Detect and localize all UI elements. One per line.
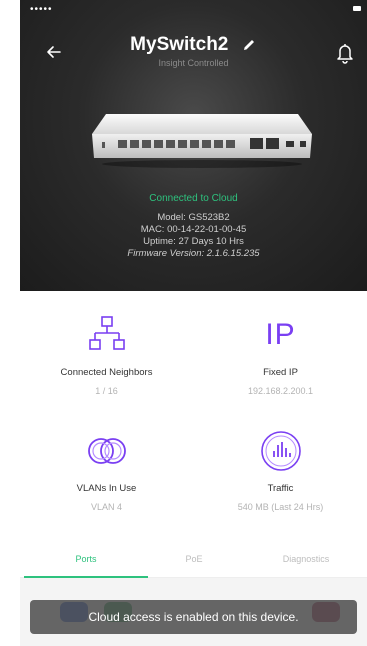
tab-poe[interactable]: PoE — [134, 554, 254, 564]
tile-label: Fixed IP — [263, 367, 298, 378]
device-info: Connected to Cloud Model: GS523B2 MAC: 0… — [20, 193, 367, 260]
firmware-text: Firmware Version: 2.1.6.15.235 — [127, 248, 260, 259]
edit-name-button[interactable] — [241, 37, 257, 53]
page-title: MySwitch2 — [130, 34, 229, 55]
device-hero: ••••• MySwitch2 Insight Controlled Conne… — [20, 0, 367, 291]
tile-label: Connected Neighbors — [60, 367, 153, 378]
tile-fixed-ip[interactable]: IP Fixed IP 192.168.2.200.1 — [194, 313, 367, 396]
tab-bar: Ports PoE Diagnostics — [20, 546, 367, 578]
cloud-status: Connected to Cloud — [149, 193, 238, 204]
tile-connected-neighbors[interactable]: Connected Neighbors 1 / 16 — [20, 313, 193, 396]
traffic-icon — [260, 431, 301, 471]
tile-value: 192.168.2.200.1 — [247, 386, 314, 396]
signal-indicator: ••••• — [30, 4, 53, 15]
tab-diagnostics[interactable]: Diagnostics — [246, 554, 366, 564]
tile-traffic[interactable]: Traffic 540 MB (Last 24 Hrs) — [194, 429, 367, 512]
tile-label: VLANs In Use — [76, 483, 137, 494]
tile-vlans[interactable]: VLANs In Use VLAN 4 — [20, 429, 193, 512]
tile-value: 540 MB (Last 24 Hrs) — [237, 502, 324, 512]
tile-label: Traffic — [267, 483, 294, 494]
ip-icon: IP — [265, 318, 296, 351]
status-tiles: Connected Neighbors 1 / 16 IP Fixed IP 1… — [20, 291, 367, 541]
pencil-icon — [243, 40, 254, 50]
tile-value: VLAN 4 — [90, 502, 123, 512]
vlan-icon — [87, 438, 126, 464]
notifications-button[interactable] — [331, 38, 359, 66]
uptime-text: Uptime: 27 Days 10 Hrs — [143, 236, 244, 247]
title-row: MySwitch2 — [20, 34, 367, 56]
model-text: Model: GS523B2 — [157, 212, 230, 223]
page-subtitle: Insight Controlled — [158, 58, 229, 68]
tile-value: 1 / 16 — [95, 386, 118, 396]
network-icon — [88, 316, 125, 350]
tab-ports[interactable]: Ports — [26, 554, 146, 564]
battery-icon — [353, 6, 361, 11]
app-screen: ••••• MySwitch2 Insight Controlled Conne… — [20, 0, 367, 646]
mac-text: MAC: 00-14-22-01-00-45 — [140, 224, 247, 235]
switch-device-image — [92, 114, 312, 168]
bell-icon — [337, 44, 353, 64]
toast-message: Cloud access is enabled on this device. — [30, 600, 357, 634]
